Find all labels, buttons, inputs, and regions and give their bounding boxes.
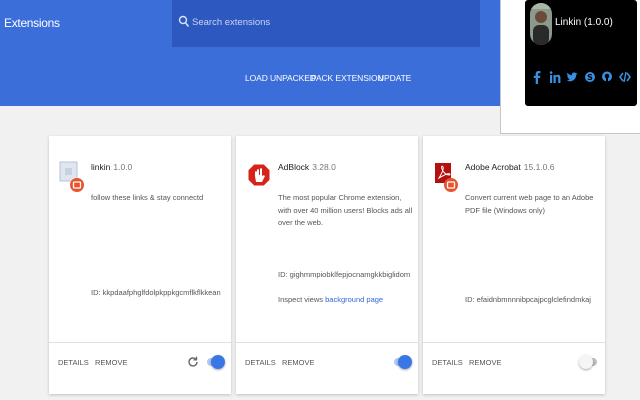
extension-version: 3.28.0 — [312, 162, 336, 172]
app-title: Extensions — [4, 16, 60, 30]
linkedin-icon[interactable] — [549, 70, 561, 84]
extension-name: linkin 1.0.0 — [91, 162, 133, 172]
enable-toggle[interactable] — [394, 355, 412, 369]
card-divider — [49, 342, 231, 343]
extension-id: ID: gighmmpiobklfepjocnamgkkbiglidom — [278, 270, 411, 279]
adblock-icon — [246, 160, 272, 194]
inspect-views: Inspect views background page — [278, 295, 383, 304]
reload-icon[interactable] — [186, 355, 200, 369]
extension-version: 15.1.0.6 — [523, 162, 555, 172]
extension-name: AdBlock 3.28.0 — [278, 162, 336, 172]
card-divider — [236, 342, 418, 343]
svg-text:S: S — [587, 73, 593, 82]
enable-toggle[interactable] — [579, 355, 597, 369]
extension-card-adobe-acrobat: Adobe Acrobat 15.1.0.6 Convert current we… — [423, 136, 605, 394]
details-button[interactable]: DETAILS — [245, 358, 276, 367]
acrobat-icon — [433, 160, 459, 194]
extension-description: Convert current web page to an Adobe PDF… — [465, 193, 594, 215]
search-bar[interactable] — [172, 0, 480, 47]
extension-version: 1.0.0 — [113, 162, 133, 172]
search-input[interactable] — [192, 12, 472, 32]
popup-panel: Linkin (1.0.0) S — [525, 0, 637, 106]
extension-id: ID: efaidnbmnnnibpcajpcglclefindmkaj — [465, 295, 591, 304]
details-button[interactable]: DETAILS — [432, 358, 463, 367]
load-unpacked-button[interactable]: LOAD UNPACKED — [245, 73, 316, 83]
extension-card-adblock: AdBlock 3.28.0 The most popular Chrome ex… — [236, 136, 418, 394]
update-button[interactable]: UPDATE — [378, 73, 411, 83]
remove-button[interactable]: REMOVE — [282, 358, 315, 367]
twitter-icon[interactable] — [566, 70, 578, 84]
remove-button[interactable]: REMOVE — [95, 358, 128, 367]
puzzle-icon — [59, 160, 85, 194]
enable-toggle[interactable] — [207, 355, 225, 369]
github-icon[interactable] — [601, 70, 613, 84]
search-icon — [178, 15, 190, 29]
extension-description: The most popular Chrome extension, with … — [278, 193, 413, 227]
remove-button[interactable]: REMOVE — [469, 358, 502, 367]
card-divider — [423, 342, 605, 343]
pack-extension-button[interactable]: PACK EXTENSION — [311, 73, 384, 83]
linkin-popup: Linkin (1.0.0) S — [500, 0, 640, 134]
extension-card-linkin: linkin 1.0.0 follow these links & stay co… — [49, 136, 231, 394]
popup-name: Linkin (1.0.0) — [555, 17, 613, 28]
avatar — [530, 3, 552, 45]
inspect-views-label: Inspect views — [278, 295, 324, 304]
skype-icon[interactable]: S — [584, 70, 596, 84]
details-button[interactable]: DETAILS — [58, 358, 89, 367]
facebook-icon[interactable] — [531, 70, 543, 84]
extension-description: follow these links & stay connectd — [91, 193, 204, 202]
extension-id: ID: kkpdaafphglfdolpkppkgcmflkflkkean — [91, 288, 221, 297]
social-links: S — [531, 68, 631, 86]
codepen-icon[interactable] — [618, 70, 631, 84]
extension-name: Adobe Acrobat 15.1.0.6 — [465, 162, 555, 172]
background-page-link[interactable]: background page — [325, 295, 383, 304]
